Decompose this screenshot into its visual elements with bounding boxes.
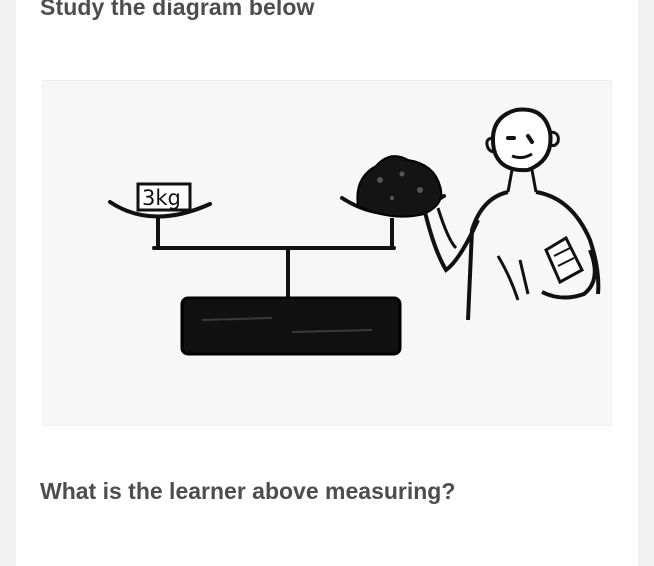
diagram-figure: 3kg <box>42 80 612 426</box>
pile-texture <box>390 196 394 200</box>
question-card: Study the diagram below 3kg What is the … <box>16 0 638 566</box>
learner-head <box>491 107 553 173</box>
scale-base <box>180 296 402 356</box>
pile-texture <box>377 177 383 183</box>
balance-scale-diagram: 3kg <box>42 80 612 426</box>
pile-texture <box>399 171 405 177</box>
instruction-heading: Study the diagram below <box>40 0 315 20</box>
pile-texture <box>417 187 423 193</box>
page: Study the diagram below 3kg What is the … <box>0 0 654 566</box>
question-text: What is the learner above measuring? <box>40 478 456 504</box>
weight-label: 3kg <box>142 186 181 210</box>
